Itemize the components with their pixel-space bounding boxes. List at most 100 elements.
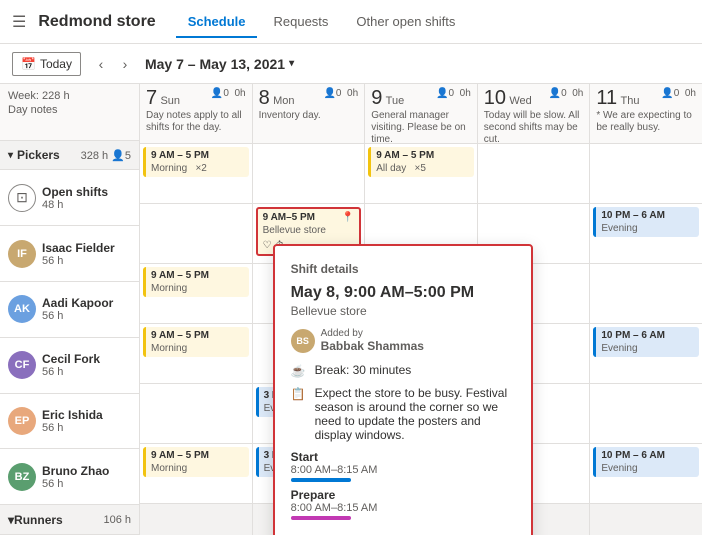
day-header-10: 10 Wed 👤0 0h Today will be slow. All sec… [478, 84, 591, 143]
nav-schedule[interactable]: Schedule [176, 6, 258, 37]
open-shifts-row: ⊡ Open shifts 48 h [0, 170, 139, 226]
cell-open-3 [478, 144, 591, 203]
person-row-eric: EP Eric Ishida 56 h [0, 394, 139, 450]
start-bar [291, 478, 351, 482]
date-range[interactable]: May 7 – May 13, 2021 ▾ [145, 56, 294, 72]
day-num-7: 7 [146, 87, 157, 109]
day-badges-10: 👤0 0h [549, 88, 584, 99]
shift-chip-open-sun[interactable]: 9 AM – 5 PM Morning ×2 [143, 147, 249, 177]
chip-time-thu-isaac: 10 PM – 6 AM [601, 209, 694, 222]
chip-time-aadi-sun: 9 AM – 5 PM [151, 269, 244, 282]
runners-cal-cell-4 [590, 504, 702, 535]
person-info-aadi: Aadi Kapoor 56 h [42, 296, 113, 322]
prepare-bar [291, 516, 351, 520]
shift-chip-cecil-thu[interactable]: 10 PM – 6 AM Evening [593, 327, 699, 357]
person-name-aadi: Aadi Kapoor [42, 296, 113, 310]
chip-label: Morning ×2 [151, 162, 244, 175]
person-row-aadi: AK Aadi Kapoor 56 h [0, 282, 139, 338]
popup-break-text: Break: 30 minutes [315, 363, 412, 377]
day-header-11: 11 Thu 👤0 0h * We are expecting to be re… [590, 84, 702, 143]
cell-aadi-0: 9 AM – 5 PM Morning [140, 264, 253, 323]
day-name-10: Wed [509, 95, 531, 107]
day-notes-label: Day notes [8, 104, 131, 116]
day-badges-11: 👤0 0h [661, 88, 696, 99]
person-hours-cecil: 56 h [42, 366, 100, 378]
popup-break-row: ☕ Break: 30 minutes [291, 363, 515, 378]
popup-title: Shift details [291, 262, 515, 276]
chevron-down-icon: ▾ [289, 58, 294, 69]
chip-label-cecil-thu: Evening [601, 342, 694, 355]
person-name-isaac: Isaac Fielder [42, 241, 115, 255]
shift-chip-open-tue[interactable]: 9 AM – 5 PM All day ×5 [368, 147, 474, 177]
day-badges-7: 👤0 0h [211, 88, 246, 99]
next-week-button[interactable]: › [113, 52, 137, 76]
chip-label-cecil-sun: Morning [151, 342, 244, 355]
runners-group-header[interactable]: ▾ Runners 106 h [0, 505, 139, 535]
open-shifts-info: Open shifts 48 h [42, 185, 108, 211]
added-by-name: Babbak Shammas [321, 339, 424, 353]
chip-time-cecil-thu: 10 PM – 6 AM [601, 329, 694, 342]
popup-date: May 8, 9:00 AM–5:00 PM [291, 284, 515, 302]
day-name-9: Tue [386, 95, 405, 107]
open-shifts-icon: ⊡ [8, 184, 36, 212]
shift-chip-bruno-thu[interactable]: 10 PM – 6 AM Evening [593, 447, 699, 477]
shift-chip-bruno-sun[interactable]: 9 AM – 5 PM Morning [143, 447, 249, 477]
cell-isaac-1: 9 AM–5 PM 📍 Bellevue store ♡ ⏱ Shift det… [253, 204, 366, 263]
day-badges-9: 👤0 0h [436, 88, 471, 99]
caret-icon: ▾ [8, 150, 13, 161]
person-info-isaac: Isaac Fielder 56 h [42, 241, 115, 267]
runners-hours: 106 h [103, 514, 131, 526]
day-note-7: Day notes apply to all shifts for the da… [146, 110, 246, 134]
day-name-11: Thu [620, 95, 639, 107]
cell-cecil-4: 10 PM – 6 AM Evening [590, 324, 702, 383]
person-name-cecil: Cecil Fork [42, 352, 100, 366]
chip-label-tue: All day ×5 [376, 162, 469, 175]
week-label: Week: 228 h [8, 90, 131, 102]
popup-avatar: BS [291, 329, 315, 353]
chip-time-cecil-sun: 9 AM – 5 PM [151, 329, 244, 342]
chip-time-isaac: 9 AM–5 PM [263, 211, 315, 224]
date-range-text: May 7 – May 13, 2021 [145, 56, 285, 72]
person-hours-eric: 56 h [42, 422, 103, 434]
prev-week-button[interactable]: ‹ [89, 52, 113, 76]
chip-label-bruno-thu: Evening [601, 462, 694, 475]
day-note-8: Inventory day. [259, 110, 359, 122]
start-label: Start [291, 450, 515, 464]
avatar-eric: EP [8, 407, 36, 435]
shift-chip-aadi-sun[interactable]: 9 AM – 5 PM Morning [143, 267, 249, 297]
nav-other-open-shifts[interactable]: Other open shifts [344, 6, 467, 37]
person-hours-aadi: 56 h [42, 310, 113, 322]
cell-isaac-4: 10 PM – 6 AM Evening [590, 204, 702, 263]
chip-label-aadi-sun: Morning [151, 282, 244, 295]
cell-open-0: 9 AM – 5 PM Morning ×2 [140, 144, 253, 203]
day-name-8: Mon [273, 95, 294, 107]
calendar-grid: 7 Sun 👤0 0h Day notes apply to all shift… [140, 84, 702, 535]
avatar-aadi: AK [8, 295, 36, 323]
main-grid: Week: 228 h Day notes ▾ Pickers 328 h 👤5… [0, 84, 702, 535]
cell-eric-0 [140, 384, 253, 443]
prepare-label: Prepare [291, 488, 515, 502]
shift-details-popup: Shift details May 8, 9:00 AM–5:00 PM Bel… [273, 244, 533, 535]
cell-bruno-0: 9 AM – 5 PM Morning [140, 444, 253, 503]
cell-open-2: 9 AM – 5 PM All day ×5 [365, 144, 478, 203]
today-button[interactable]: 📅 Today [12, 52, 81, 76]
popup-store: Bellevue store [291, 304, 515, 318]
day-num-10: 10 [484, 87, 506, 109]
store-name: Redmond store [38, 13, 155, 31]
date-nav: 📅 Today ‹ › May 7 – May 13, 2021 ▾ [0, 44, 702, 84]
pickers-label: Pickers [17, 148, 60, 162]
shift-chip-cecil-sun[interactable]: 9 AM – 5 PM Morning [143, 327, 249, 357]
pickers-group-header[interactable]: ▾ Pickers 328 h 👤5 [0, 141, 139, 171]
menu-icon[interactable]: ☰ [12, 12, 26, 32]
nav-requests[interactable]: Requests [261, 6, 340, 37]
day-badges-8: 👤0 0h [323, 88, 358, 99]
popup-added-by-text: Added by Babbak Shammas [321, 328, 424, 353]
chip-time-bruno-thu: 10 PM – 6 AM [601, 449, 694, 462]
day-note-10: Today will be slow. All second shifts ma… [484, 110, 584, 146]
nav-links: Schedule Requests Other open shifts [176, 6, 468, 37]
day-num-9: 9 [371, 87, 382, 109]
note-icon: 📋 [291, 387, 307, 401]
start-time: 8:00 AM–8:15 AM [291, 464, 515, 476]
popup-added-by: BS Added by Babbak Shammas [291, 328, 515, 353]
shift-chip-isaac-thu[interactable]: 10 PM – 6 AM Evening [593, 207, 699, 237]
